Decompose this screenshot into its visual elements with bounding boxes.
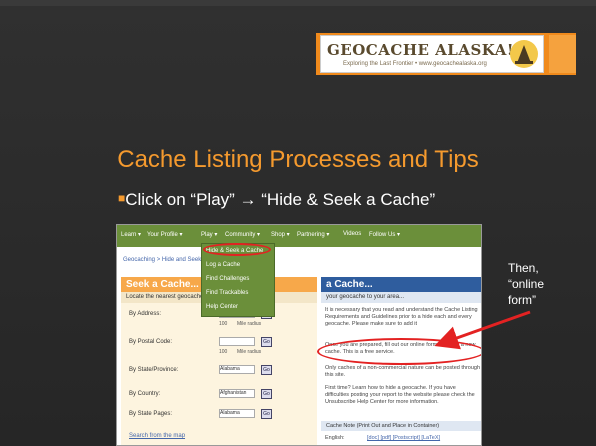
nav-profile[interactable]: Your Profile ▾ [147, 231, 182, 238]
menu-item-log-cache[interactable]: Log a Cache [206, 262, 240, 268]
state-select[interactable]: Alabama [219, 365, 255, 374]
statepages-go-button[interactable]: Go [261, 409, 272, 419]
postal-radius: 100 [219, 349, 228, 355]
website-screenshot: Learn ▾ Your Profile ▾ Play ▾ Community … [116, 224, 482, 446]
hide-panel-paragraph-3: Only caches of a non-commercial nature c… [325, 365, 481, 378]
musher-icon [510, 40, 538, 68]
statepages-select[interactable]: Alabama [219, 409, 255, 418]
top-bar [0, 0, 596, 6]
highlight-oval-menu [203, 243, 271, 256]
seek-panel-title: Seek a Cache... [126, 279, 199, 290]
hide-panel-subtitle: your geocache to your area... [321, 292, 481, 303]
postal-radius-unit: Mile radius [237, 349, 262, 355]
hide-panel-title: a Cache... [326, 279, 373, 290]
bullet-label: Click on “Play” → “Hide & Seek a Cache” [125, 190, 436, 209]
cache-note-bar: Cache Note (Print Out and Place in Conta… [321, 421, 481, 431]
nav-follow[interactable]: Follow Us ▾ [369, 231, 400, 238]
field-label-state: By State/Province: [129, 367, 179, 373]
cache-note-language: English: [325, 435, 345, 441]
highlight-oval-form [317, 338, 481, 365]
nav-shop[interactable]: Shop ▾ [271, 231, 290, 238]
cache-note-files[interactable]: [doc] [pdf] [Postscript] [LaTeX] [367, 435, 477, 442]
search-map-link[interactable]: Search from the map [129, 433, 185, 439]
country-select[interactable]: Afghanistan [219, 389, 255, 398]
field-label-address: By Address: [129, 311, 162, 317]
menu-item-help[interactable]: Help Center [206, 304, 238, 310]
field-label-country: By Country: [129, 391, 161, 397]
nav-partnering[interactable]: Partnering ▾ [297, 231, 329, 238]
hide-panel-paragraph-1: It is necessary that you read and unders… [325, 307, 478, 327]
nav-learn[interactable]: Learn ▾ [121, 231, 141, 238]
hide-panel-paragraph-4: First time? Learn how to hide a geocache… [325, 385, 475, 405]
country-go-button[interactable]: Go [261, 389, 272, 399]
logo-accent-block [549, 35, 576, 73]
postal-input[interactable] [219, 337, 255, 346]
slide: GEOCACHE ALASKA! Exploring the Last Fron… [0, 0, 596, 446]
site-nav: Learn ▾ Your Profile ▾ Play ▾ Community … [117, 225, 481, 247]
hide-panel-header: a Cache... [321, 277, 481, 292]
bullet-text: ■Click on “Play” → “Hide & Seek a Cache” [118, 190, 435, 210]
state-go-button[interactable]: Go [261, 365, 272, 375]
nav-community[interactable]: Community ▾ [225, 231, 260, 238]
postal-go-button[interactable]: Go [261, 337, 272, 347]
field-label-statepages: By State Pages: [129, 411, 173, 417]
seek-panel-body: By Address: 100 Mile radius Go By Postal… [121, 303, 317, 445]
nav-play[interactable]: Play ▾ [201, 231, 217, 238]
slide-title: Cache Listing Processes and Tips [117, 146, 479, 173]
logo-title: GEOCACHE ALASKA! [327, 41, 514, 59]
logo: GEOCACHE ALASKA! Exploring the Last Fron… [320, 35, 544, 73]
annotation-text: Then, “online form” [508, 261, 545, 307]
menu-item-trackables[interactable]: Find Trackables [206, 290, 248, 296]
nav-videos[interactable]: Videos [343, 231, 361, 237]
field-label-postal: By Postal Code: [129, 339, 173, 345]
menu-item-challenges[interactable]: Find Challenges [206, 276, 249, 282]
logo-subtitle: Exploring the Last Frontier • www.geocac… [343, 61, 487, 67]
address-radius: 100 [219, 321, 228, 327]
address-radius-unit: Mile radius [237, 321, 262, 327]
